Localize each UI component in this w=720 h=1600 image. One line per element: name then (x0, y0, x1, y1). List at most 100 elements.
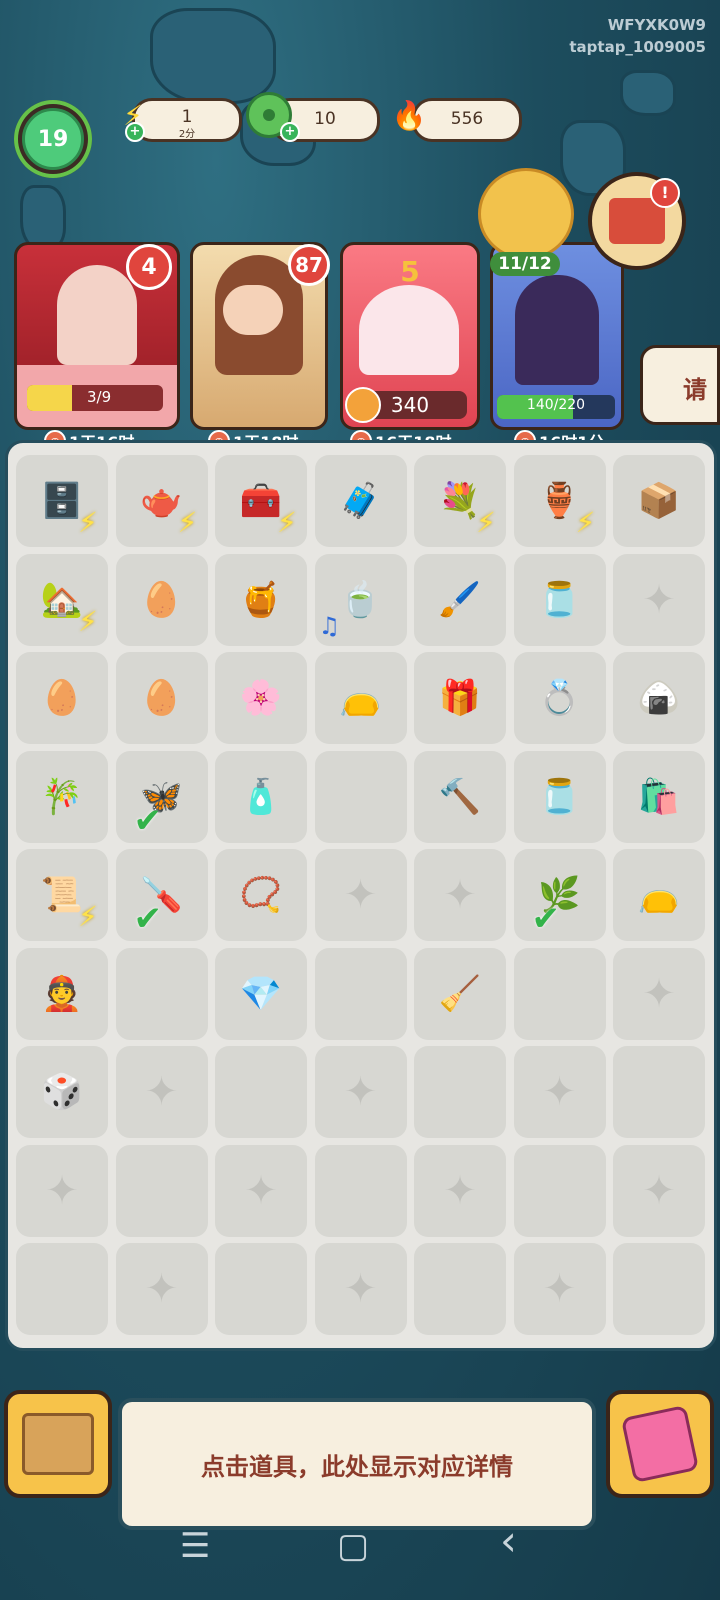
board-cell[interactable]: 💐 ⚡ (414, 455, 506, 547)
empty-board-cell[interactable] (414, 1243, 506, 1335)
bracelet-icon: 📿 (239, 875, 283, 915)
side-request-button[interactable]: 请 (640, 345, 720, 425)
empty-board-cell[interactable] (513, 947, 606, 1040)
sachet-icon: 👝 (637, 875, 681, 915)
board-cell[interactable]: 🛍️ (613, 750, 705, 843)
empty-board-cell[interactable] (613, 1243, 705, 1335)
empty-board-cell[interactable]: ✦ (613, 1144, 705, 1237)
board-cell[interactable]: 🌸 (215, 652, 307, 744)
board-cell[interactable]: 🧹 (414, 947, 506, 1040)
board-cell[interactable]: 📿 (215, 849, 307, 941)
watermark-id: WFYXK0W9 (607, 16, 706, 34)
empty-board-cell[interactable] (115, 1144, 208, 1237)
empty-board-cell[interactable] (314, 1144, 407, 1237)
home-nav-icon[interactable]: ▢ (337, 1526, 369, 1566)
empty-board-cell[interactable] (414, 1046, 506, 1138)
board-cell[interactable]: 🗄️ ⚡ (16, 455, 108, 547)
sunflower-avatar[interactable] (478, 168, 574, 260)
board-cell[interactable]: 🪛 ✔ (115, 849, 208, 941)
board-cell[interactable]: 🎲 (16, 1046, 108, 1138)
empty-board-cell[interactable] (215, 1243, 307, 1335)
board-cell[interactable]: 🍵 ♫ (314, 553, 407, 646)
level-number: 19 (22, 108, 84, 170)
singer-portrait (515, 275, 599, 385)
board-cell[interactable]: 🥚 (16, 652, 108, 744)
energy-bolt-icon: ⚡ (575, 506, 596, 539)
storage-box-button[interactable] (4, 1390, 112, 1498)
blue-flame-icon: 🔥 (391, 98, 427, 132)
empty-board-cell[interactable]: ✦ (215, 1144, 307, 1237)
red-hat-icon: 👲 (40, 973, 84, 1014)
zongzi-icon: 🍙 (637, 678, 681, 718)
empty-board-cell[interactable] (115, 947, 208, 1040)
empty-board-cell[interactable]: ✦ (513, 1243, 606, 1335)
add-jade-button[interactable]: + (280, 122, 300, 142)
phone-map-icon (620, 1404, 700, 1484)
board-cell[interactable]: 🫖 ⚡ (115, 455, 208, 547)
board-cell[interactable]: 🥚 (115, 652, 208, 744)
board-cell[interactable]: 🎁 (414, 652, 506, 744)
board-cell[interactable]: 🏺 ⚡ (513, 455, 606, 547)
tool-icon: 🔨 (438, 776, 482, 817)
empty-board-cell[interactable] (513, 1144, 606, 1237)
empty-board-cell[interactable]: ✦ (115, 1046, 208, 1138)
board-cell[interactable]: 🌿 ✔ (513, 849, 606, 941)
sparkle-placeholder-icon: ✦ (343, 872, 378, 918)
empty-board-cell[interactable] (16, 1243, 108, 1335)
sparkle-placeholder-icon: ✦ (144, 1069, 179, 1115)
cardboard-box-icon (22, 1413, 94, 1475)
board-cell[interactable]: 💍 (513, 652, 606, 744)
red-chest-icon: 📦 (637, 481, 681, 521)
empty-board-cell[interactable]: ✦ (414, 849, 506, 941)
energy-bolt-icon: ⚡ (476, 506, 496, 539)
board-cell[interactable]: 🧳 (314, 455, 407, 547)
back-nav-icon[interactable]: ‹ (500, 1516, 517, 1565)
level-badge[interactable]: 19 (14, 100, 92, 178)
board-cell[interactable]: 📦 (613, 455, 705, 547)
empty-board-cell[interactable]: ✦ (613, 947, 705, 1040)
empty-board-cell[interactable] (314, 750, 407, 843)
board-cell[interactable]: 🫙 (513, 553, 606, 646)
singer-count: 11/12 (490, 252, 560, 276)
board-cell[interactable]: 👝 (613, 849, 705, 941)
board-cell[interactable]: 🥚 (115, 553, 208, 646)
checkmark-icon: ✔ (133, 899, 163, 939)
checkmark-icon: ✔ (133, 800, 163, 841)
empty-board-cell[interactable]: ✦ (314, 1046, 407, 1138)
empty-board-cell[interactable] (314, 947, 407, 1040)
add-energy-button[interactable]: + (125, 122, 145, 142)
empty-board-cell[interactable]: ✦ (16, 1144, 108, 1237)
map-button[interactable] (606, 1390, 714, 1498)
board-cell[interactable]: 🧰 ⚡ (215, 455, 307, 547)
board-cell[interactable]: 🔨 (414, 750, 506, 843)
merge-board: 🗄️ ⚡ 🫖 ⚡ 🧰 ⚡ 🧳 💐 ⚡ 🏺 ⚡ 📦 🏡 ⚡ 🥚 🍯 🍵 ♫ 🖌️ 🫙 ✦ 🥚 🥚 🌸 👝 🎁 💍 🍙 🎋 🦋 ✔ 🧴 🔨 🫙 🛍️ 📜 ⚡… (5, 440, 717, 1351)
board-cell[interactable]: 📜 ⚡ (16, 849, 108, 941)
empty-board-cell[interactable]: ✦ (314, 1243, 407, 1335)
empty-board-cell[interactable]: ✦ (513, 1046, 606, 1138)
empty-board-cell[interactable]: ✦ (613, 553, 705, 646)
menu-nav-icon[interactable]: ☰ (180, 1526, 210, 1566)
board-cell[interactable]: 🍙 (613, 652, 705, 744)
board-cell[interactable]: 🖌️ (414, 553, 506, 646)
gift-box-icon: 🎁 (438, 678, 482, 718)
empty-board-cell[interactable]: ✦ (115, 1243, 208, 1335)
empty-board-cell[interactable]: ✦ (314, 849, 407, 941)
board-cell[interactable]: 👝 (314, 652, 407, 744)
board-cell[interactable]: 🍯 (215, 553, 307, 646)
board-cell[interactable]: 🦋 ✔ (115, 750, 208, 843)
board-cell[interactable]: 💎 (215, 947, 307, 1040)
empty-board-cell[interactable]: ✦ (414, 1144, 506, 1237)
board-cell[interactable]: 🧴 (215, 750, 307, 843)
sparkle-placeholder-icon: ✦ (144, 1266, 179, 1312)
board-cell[interactable]: 🫙 (513, 750, 606, 843)
cake-icon (359, 285, 459, 375)
sparkle-placeholder-icon: ✦ (343, 1266, 378, 1312)
board-cell[interactable]: 🎋 (16, 750, 108, 843)
energy-bolt-icon: ⚡ (177, 506, 198, 539)
board-cell[interactable]: 👲 (16, 947, 108, 1040)
order-card-cake[interactable]: 5 340 (340, 242, 480, 430)
empty-board-cell[interactable] (613, 1046, 705, 1138)
checkmark-icon: ✔ (531, 899, 561, 939)
board-cell[interactable]: 🏡 ⚡ (16, 553, 108, 646)
empty-board-cell[interactable] (215, 1046, 307, 1138)
